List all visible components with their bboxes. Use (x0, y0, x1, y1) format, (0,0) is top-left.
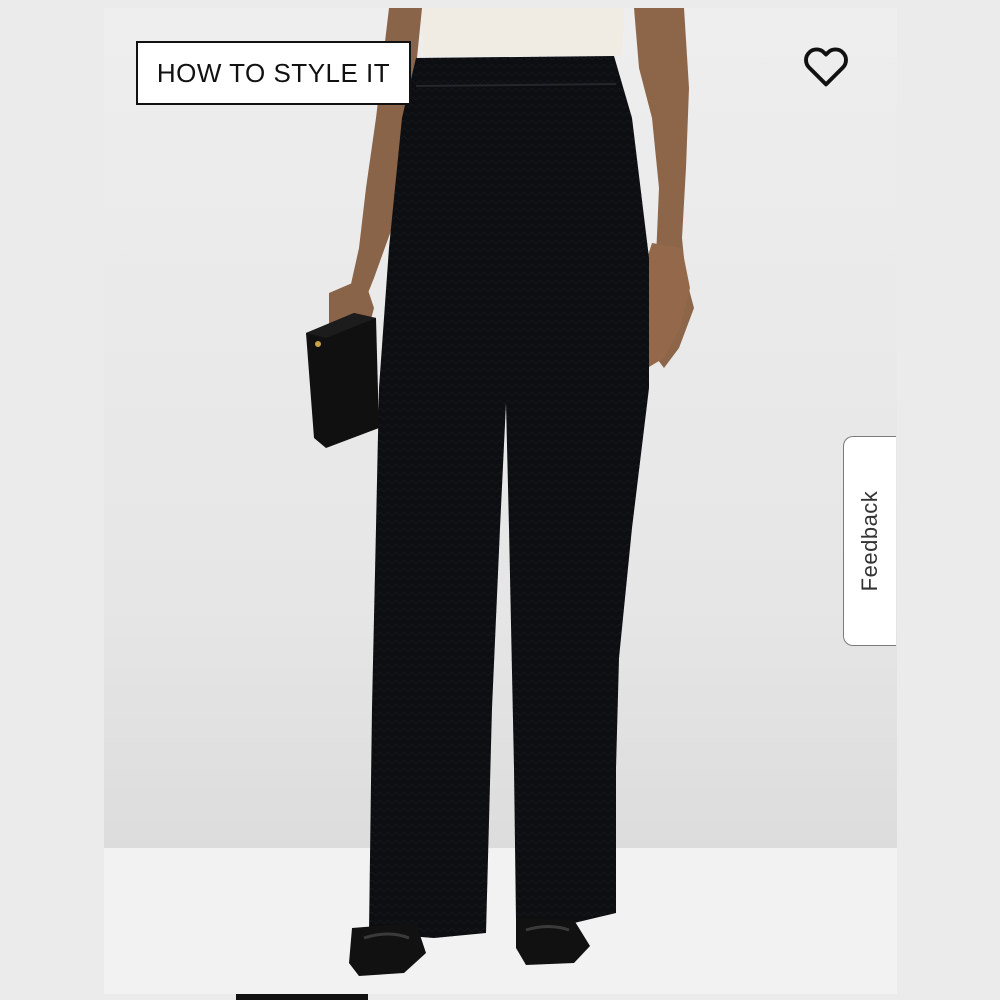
heart-icon[interactable] (800, 40, 852, 92)
feedback-tab[interactable]: Feedback (843, 436, 896, 646)
clutch-clasp (315, 341, 321, 347)
how-to-style-it-button[interactable]: HOW TO STYLE IT (136, 41, 411, 105)
white-top (419, 8, 624, 56)
floor (104, 848, 897, 994)
product-photo[interactable] (104, 8, 897, 994)
product-screen: HOW TO STYLE IT Feedback (0, 0, 1000, 1000)
heart-icon-svg (804, 47, 848, 87)
feedback-label: Feedback (857, 490, 882, 592)
pants-photo (104, 8, 897, 994)
pants-texture (369, 56, 649, 938)
image-pager-indicator (236, 994, 368, 1000)
